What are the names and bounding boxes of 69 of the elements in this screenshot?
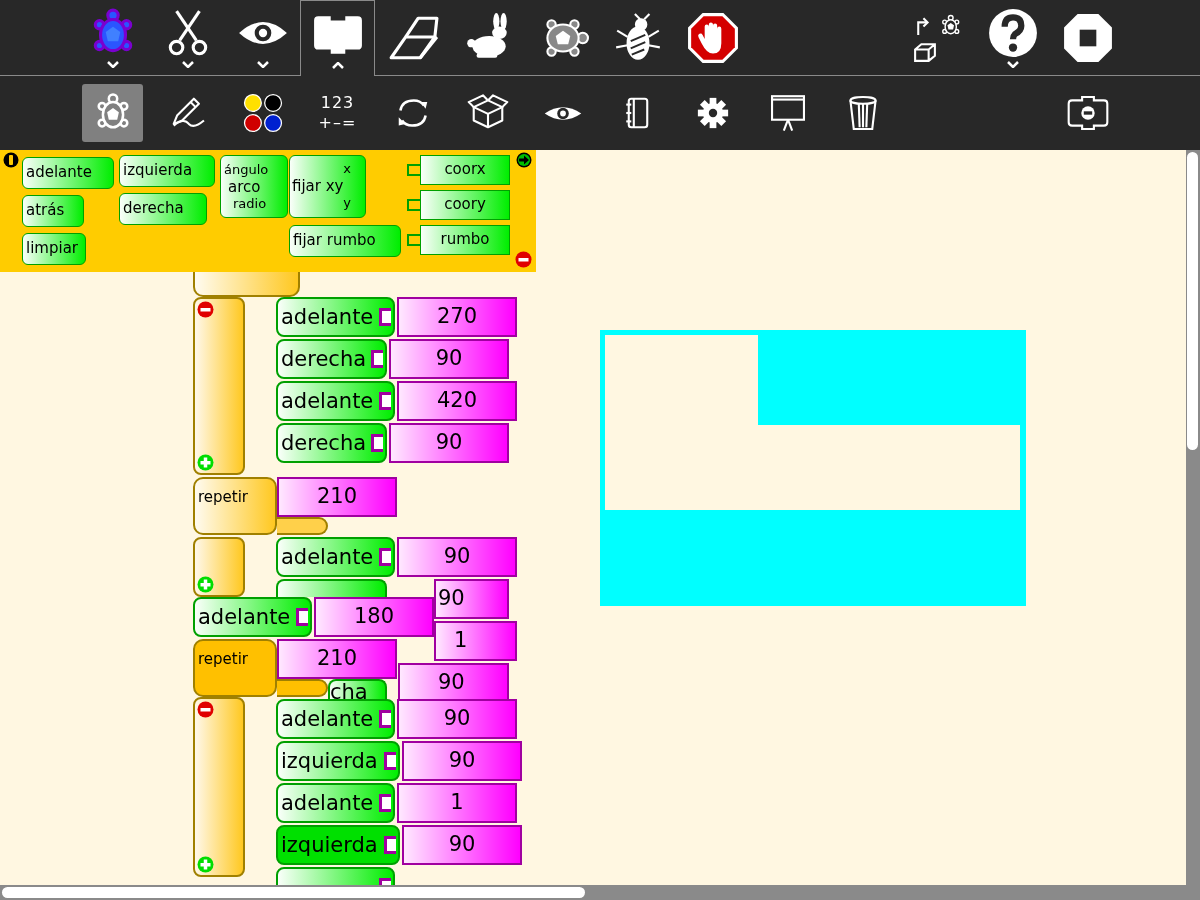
number-block[interactable]: 270 — [397, 297, 517, 337]
palette-block[interactable]: atrás — [22, 195, 84, 227]
socket-icon — [379, 548, 391, 566]
color-swatches-icon — [241, 92, 284, 134]
block-arm — [277, 679, 328, 697]
number-block[interactable]: 420 — [397, 381, 517, 421]
plus-icon — [197, 856, 214, 873]
socket-icon — [296, 608, 308, 626]
number-block[interactable]: 1 — [434, 621, 517, 661]
socket-icon — [384, 752, 396, 770]
socket-icon — [384, 836, 396, 854]
number-block[interactable]: 90 — [397, 699, 517, 739]
number-block[interactable]: 210 — [277, 477, 397, 517]
block-arm — [277, 517, 328, 535]
command-block[interactable]: adelante — [193, 597, 312, 637]
repeat-block[interactable] — [193, 272, 300, 297]
repeat-block[interactable]: repetir — [193, 477, 277, 535]
socket-icon — [379, 794, 391, 812]
command-block[interactable]: adelante — [276, 537, 395, 577]
number-block[interactable]: 180 — [314, 597, 434, 637]
socket-icon — [371, 350, 383, 368]
number-block[interactable]: 90 — [402, 741, 522, 781]
command-block[interactable]: adelante — [276, 783, 395, 823]
number-block[interactable]: 1 — [397, 783, 517, 823]
command-block[interactable]: derecha — [276, 339, 387, 379]
scrollbar-thumb[interactable] — [2, 887, 585, 898]
plus-icon — [197, 454, 214, 471]
command-block[interactable]: derecha — [276, 423, 387, 463]
block-label: y — [343, 195, 351, 211]
repeat-block[interactable]: repetir — [193, 639, 277, 697]
palette-block[interactable]: fijar rumbo — [289, 225, 401, 257]
command-block[interactable]: izquierda — [276, 825, 400, 865]
socket-icon — [379, 308, 391, 326]
block-label: fijar xy — [292, 178, 344, 194]
palette-block[interactable]: limpiar — [22, 233, 86, 265]
socket-icon — [379, 710, 391, 728]
palette-block[interactable]: derecha — [119, 193, 207, 225]
stop-icon — [1061, 11, 1114, 64]
block-label: ángulo — [224, 162, 269, 178]
palette-block[interactable]: x fijar xy y — [289, 155, 366, 218]
help-icon — [986, 7, 1039, 59]
socket-icon — [371, 434, 383, 452]
vertical-scrollbar[interactable] — [1186, 150, 1200, 885]
block-label: radio — [233, 196, 267, 212]
palette-block[interactable]: ángulo arco radio — [220, 155, 288, 218]
minus-icon — [515, 251, 532, 268]
hand-icon — [686, 11, 739, 64]
scrollbar-thumb[interactable] — [1187, 152, 1198, 450]
blocks-button[interactable] — [300, 0, 375, 76]
number-block[interactable]: 90 — [389, 339, 509, 379]
palette-block[interactable]: adelante — [22, 157, 114, 189]
arrow-icon — [516, 152, 532, 168]
horizontal-scrollbar[interactable] — [0, 885, 1200, 900]
command-block[interactable]: izquierda — [276, 741, 400, 781]
turtle-palette-button[interactable] — [82, 84, 143, 142]
palette-block[interactable]: izquierda — [119, 155, 215, 187]
numbers-palette-button[interactable]: 123 +–= — [307, 84, 368, 142]
command-block[interactable]: adelante — [276, 381, 395, 421]
socket-icon — [379, 392, 391, 410]
block-label: x — [343, 161, 351, 177]
command-block[interactable]: adelante — [276, 297, 395, 337]
number-block[interactable]: 90 — [389, 423, 509, 463]
number-block[interactable]: 210 — [277, 639, 397, 679]
block-label: arco — [228, 179, 261, 195]
number-block[interactable]: 90 — [397, 537, 517, 577]
command-block[interactable] — [276, 579, 387, 597]
command-block[interactable]: adelante — [276, 699, 395, 739]
number-block[interactable]: 90 — [402, 825, 522, 865]
number-block[interactable]: 90 — [434, 579, 509, 619]
